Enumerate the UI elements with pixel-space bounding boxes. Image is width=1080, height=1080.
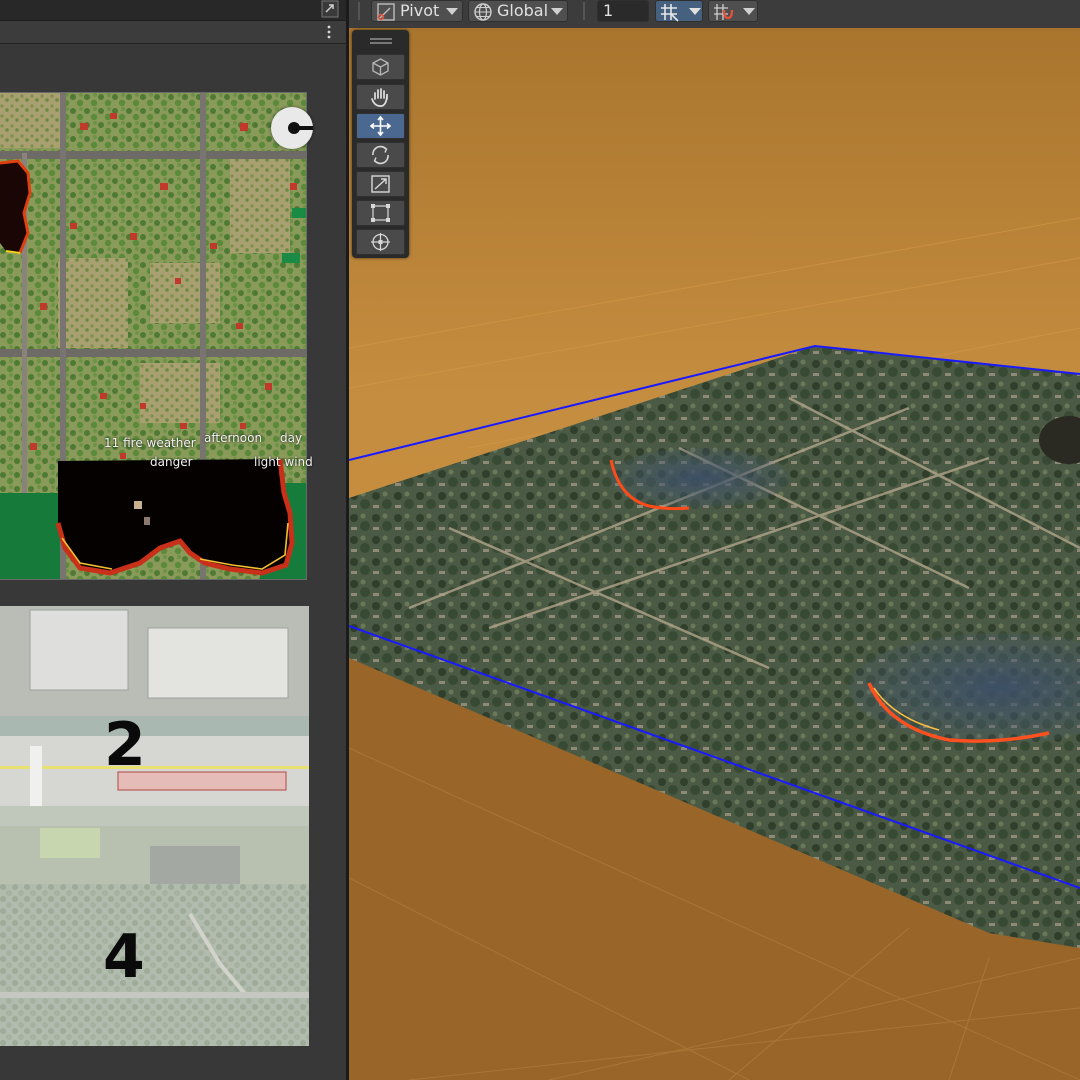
grid-size-value: 1 <box>603 1 614 20</box>
pivot-caret-icon <box>446 8 458 15</box>
grid-size-field[interactable]: 1 <box>597 0 649 22</box>
overlay-text-4: danger <box>150 455 193 469</box>
global-caret-icon <box>551 8 563 15</box>
globe-icon <box>474 3 492 21</box>
palette-grip-2 <box>370 42 392 44</box>
rotate-icon <box>372 145 389 165</box>
move-arrows-icon <box>369 115 392 137</box>
pivot-label: Pivot <box>400 1 440 20</box>
scene-toolbar: Pivot Global 1 <box>349 0 1080 29</box>
scale-tool-button[interactable] <box>356 171 405 197</box>
rect-transform-icon <box>371 204 390 222</box>
snap-magnet-icon <box>714 4 734 20</box>
overlay-text-5: light wind <box>254 455 313 469</box>
transform-icon <box>371 233 390 251</box>
rect-tool-button[interactable] <box>356 200 405 226</box>
more-options-icon[interactable] <box>324 24 334 40</box>
thumbnail-number-4: 4 <box>103 922 145 992</box>
knob-icon <box>288 122 313 134</box>
urban-aerial-image <box>0 606 309 884</box>
scale-icon <box>371 175 390 193</box>
toolbar-separator <box>583 2 585 20</box>
thumbnail-2[interactable]: 2 <box>0 606 309 884</box>
global-dropdown[interactable]: Global <box>468 0 568 22</box>
scene-render <box>349 28 1080 1080</box>
preview-toggle-button[interactable] <box>271 107 313 149</box>
overlay-text-3: day <box>280 431 303 445</box>
transform-tool-button[interactable] <box>356 229 405 255</box>
rotate-tool-button[interactable] <box>356 142 405 168</box>
hand-tool-button[interactable] <box>356 84 405 110</box>
tool-palette <box>352 30 409 258</box>
scene-view[interactable] <box>349 28 1080 1080</box>
global-label: Global <box>497 1 549 20</box>
wildfire-map-preview[interactable] <box>0 92 307 580</box>
overlay-text-2: afternoon <box>204 431 263 445</box>
grid-snap-icon <box>661 4 679 22</box>
overlay-text-1: 11 fire weather <box>104 436 196 450</box>
grid-snap-toggle[interactable] <box>655 0 703 22</box>
palette-grip[interactable] <box>370 38 392 40</box>
hand-icon <box>371 88 388 107</box>
map-preview-image <box>0 93 306 579</box>
snap-increment-toggle[interactable] <box>708 0 758 22</box>
pivot-icon <box>377 3 395 21</box>
left-panel-header <box>0 0 346 21</box>
thumbnail-number-2: 2 <box>104 710 146 780</box>
toolbar-grip <box>358 2 360 20</box>
move-tool-button[interactable] <box>356 113 405 139</box>
maximize-icon[interactable] <box>321 0 339 18</box>
forest-aerial-image <box>0 884 309 1046</box>
grid-caret-icon <box>689 8 701 15</box>
snap-caret-icon <box>743 8 755 15</box>
pivot-dropdown[interactable]: Pivot <box>371 0 463 22</box>
thumbnail-4[interactable]: 4 <box>0 884 309 1046</box>
view-tool-button[interactable] <box>356 54 405 80</box>
left-panel-tabbar <box>0 21 346 44</box>
cube-icon <box>372 58 389 76</box>
